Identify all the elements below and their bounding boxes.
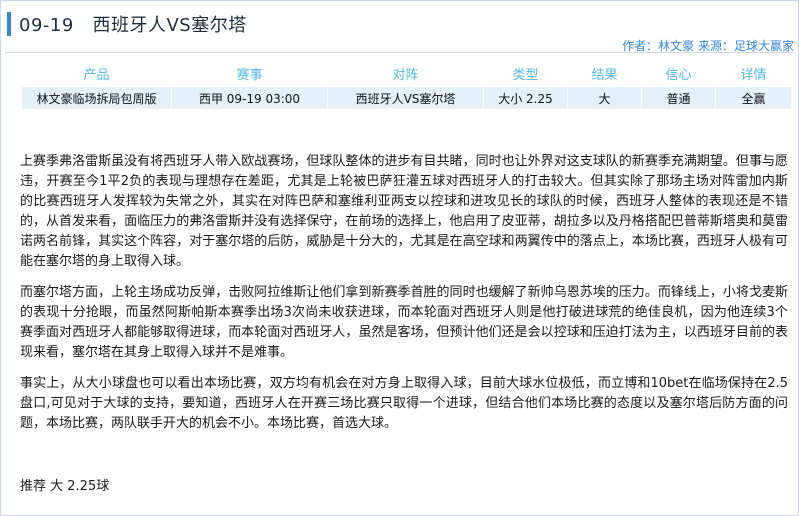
header-type: 类型 [483, 60, 568, 87]
match-info-table: 产品 赛事 对阵 类型 结果 信心 详情 林文豪临场拆局包周版 西甲 09-19… [21, 60, 792, 110]
title-accent-bar [7, 12, 11, 36]
header-fixture: 对阵 [327, 60, 484, 87]
table-header-row: 产品 赛事 对阵 类型 结果 信心 详情 [21, 60, 792, 87]
cell-fixture: 西班牙人VS塞尔塔 [327, 86, 484, 110]
cell-result: 大 [567, 86, 642, 110]
cell-type: 大小 2.25 [483, 86, 568, 110]
title-divider [5, 52, 794, 53]
cell-product: 林文豪临场拆局包周版 [21, 86, 172, 110]
page-title: 09-19 西班牙人VS塞尔塔 [19, 15, 247, 36]
header-product: 产品 [21, 60, 172, 87]
cell-confidence: 普通 [641, 86, 716, 110]
recommendation: 推荐 大 2.25球 [20, 479, 110, 494]
table-row: 林文豪临场拆局包周版 西甲 09-19 03:00 西班牙人VS塞尔塔 大小 2… [21, 86, 792, 110]
cell-competition: 西甲 09-19 03:00 [171, 86, 328, 110]
article-body: 上赛季弗洛雷斯虽没有将西班牙人带入欧战赛场，但球队整体的进步有目共睹，同时也让外… [20, 152, 788, 445]
header-details: 详情 [715, 60, 792, 87]
header-competition: 赛事 [171, 60, 328, 87]
article-panel: 09-19 西班牙人VS塞尔塔 作者：林文豪 来源：足球大赢家 产品 赛事 对阵… [0, 0, 799, 516]
title-bar: 09-19 西班牙人VS塞尔塔 [7, 11, 247, 37]
paragraph-espanyol: 上赛季弗洛雷斯虽没有将西班牙人带入欧战赛场，但球队整体的进步有目共睹，同时也让外… [20, 154, 788, 269]
header-result: 结果 [567, 60, 642, 87]
cell-details: 全赢 [715, 86, 792, 110]
paragraph-odds: 事实上，从大小球盘也可以看出本场比赛，双方均有机会在对方身上取得入球，目前大球水… [20, 376, 788, 431]
paragraph-celta: 而塞尔塔方面，上轮主场成功反弹，击败阿拉维斯让他们拿到新赛季首胜的同时也缓解了新… [20, 285, 788, 360]
header-confidence: 信心 [641, 60, 716, 87]
